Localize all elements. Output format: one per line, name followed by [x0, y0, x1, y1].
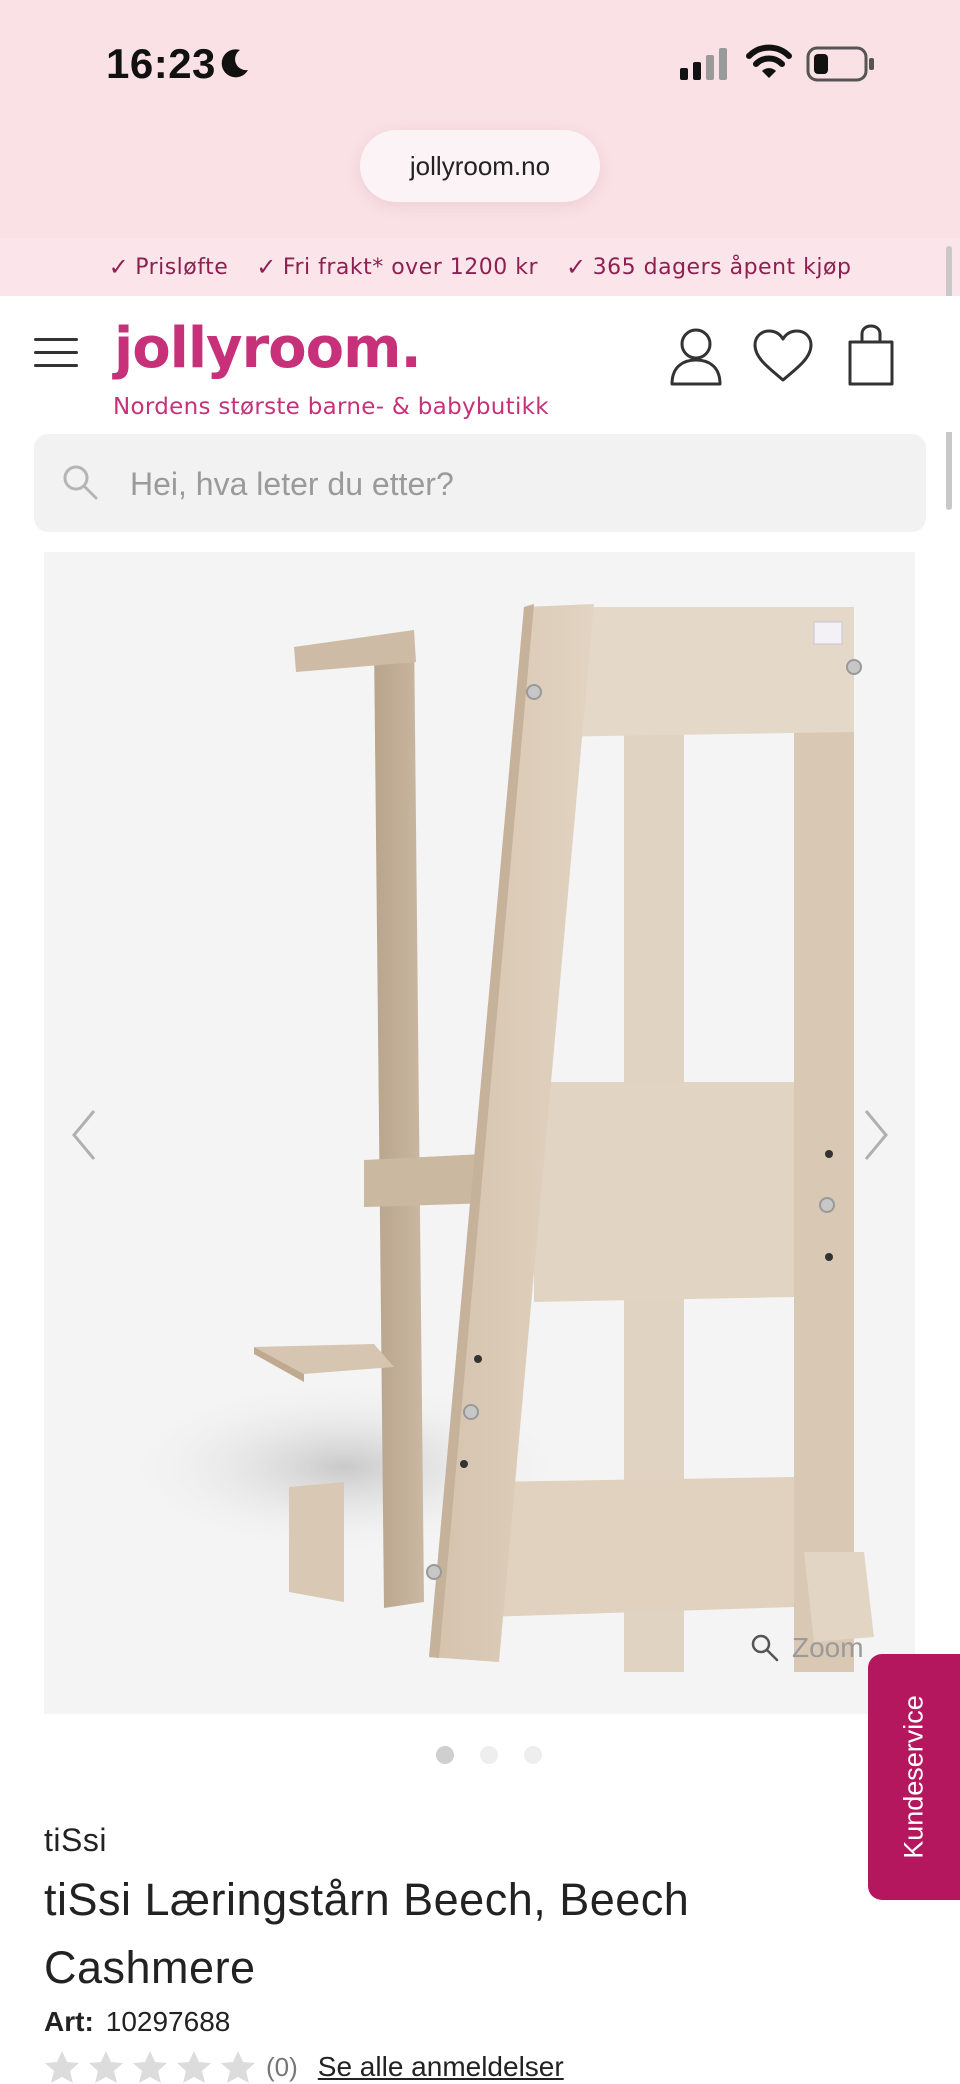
product-image[interactable]	[44, 552, 915, 1714]
star-icon	[177, 2051, 211, 2083]
heart-icon[interactable]	[752, 328, 814, 384]
previous-image-arrow-icon[interactable]	[68, 1107, 100, 1163]
product-brand[interactable]: tiSsi	[44, 1822, 107, 1859]
browser-bar: jollyroom.no	[0, 130, 960, 250]
usp-item: ✓ Fri frakt* over 1200 kr	[256, 253, 538, 281]
zoom-button[interactable]: Zoom	[750, 1632, 864, 1664]
product-rating: (0) Se alle anmeldelser	[44, 2050, 564, 2084]
star-icon	[221, 2051, 255, 2083]
status-time: 16:23	[106, 40, 216, 87]
pagination-dot[interactable]	[480, 1746, 498, 1764]
account-icon[interactable]	[668, 326, 724, 388]
pagination-dot[interactable]	[436, 1746, 454, 1764]
usp-item: ✓ 365 dagers åpent kjøp	[566, 253, 851, 281]
zoom-icon	[751, 1634, 779, 1662]
usp-label: Fri frakt* over 1200 kr	[282, 254, 539, 280]
star-icon	[89, 2051, 123, 2083]
rating-stars	[44, 2050, 256, 2084]
pagination-dot[interactable]	[524, 1746, 542, 1764]
product-gallery[interactable]: Zoom	[44, 552, 915, 1714]
star-icon	[133, 2051, 167, 2083]
article-number-value: 10297688	[105, 2006, 231, 2037]
battery-icon	[806, 46, 874, 82]
shopping-bag-icon[interactable]	[846, 324, 896, 388]
usp-item: ✓ Prisløfte	[109, 253, 229, 281]
check-icon: ✓	[108, 253, 130, 281]
customer-service-label: Kundeservice	[898, 1695, 929, 1859]
article-number: Art: 10297688	[44, 2006, 230, 2038]
search-icon	[63, 465, 98, 500]
check-icon: ✓	[256, 253, 277, 281]
url-bar[interactable]: jollyroom.no	[360, 130, 600, 202]
star-icon	[45, 2051, 79, 2083]
cellular-signal-icon	[680, 48, 727, 80]
usp-label: 365 dagers åpent kjøp	[592, 254, 852, 280]
site-tagline: Nordens største barne- & babybutikk	[113, 394, 549, 420]
see-all-reviews-link[interactable]: Se alle anmeldelser	[318, 2051, 564, 2083]
search-box[interactable]	[34, 434, 926, 532]
usp-bar: ✓ Prisløfte ✓ Fri frakt* over 1200 kr ✓ …	[0, 238, 960, 296]
product-title: tiSsi Læringstårn Beech, Beech Cashmere	[44, 1874, 690, 1993]
review-count: (0)	[266, 2051, 298, 2082]
usp-label: Prisløfte	[135, 254, 229, 280]
article-number-label: Art:	[44, 2006, 94, 2037]
site-logo[interactable]: jollyroom.	[114, 316, 422, 381]
wifi-icon	[746, 44, 792, 78]
customer-service-tab[interactable]: Kundeservice	[868, 1654, 960, 1900]
hamburger-menu-icon[interactable]	[34, 338, 78, 368]
next-image-arrow-icon[interactable]	[860, 1107, 892, 1163]
status-bar: 16:23	[0, 0, 960, 130]
site-header: jollyroom. Nordens største barne- & baby…	[0, 296, 960, 432]
zoom-label: Zoom	[792, 1632, 864, 1663]
gallery-pagination	[436, 1746, 542, 1764]
search-input[interactable]	[128, 458, 892, 510]
moon-icon	[221, 49, 248, 78]
check-icon: ✓	[566, 253, 587, 281]
